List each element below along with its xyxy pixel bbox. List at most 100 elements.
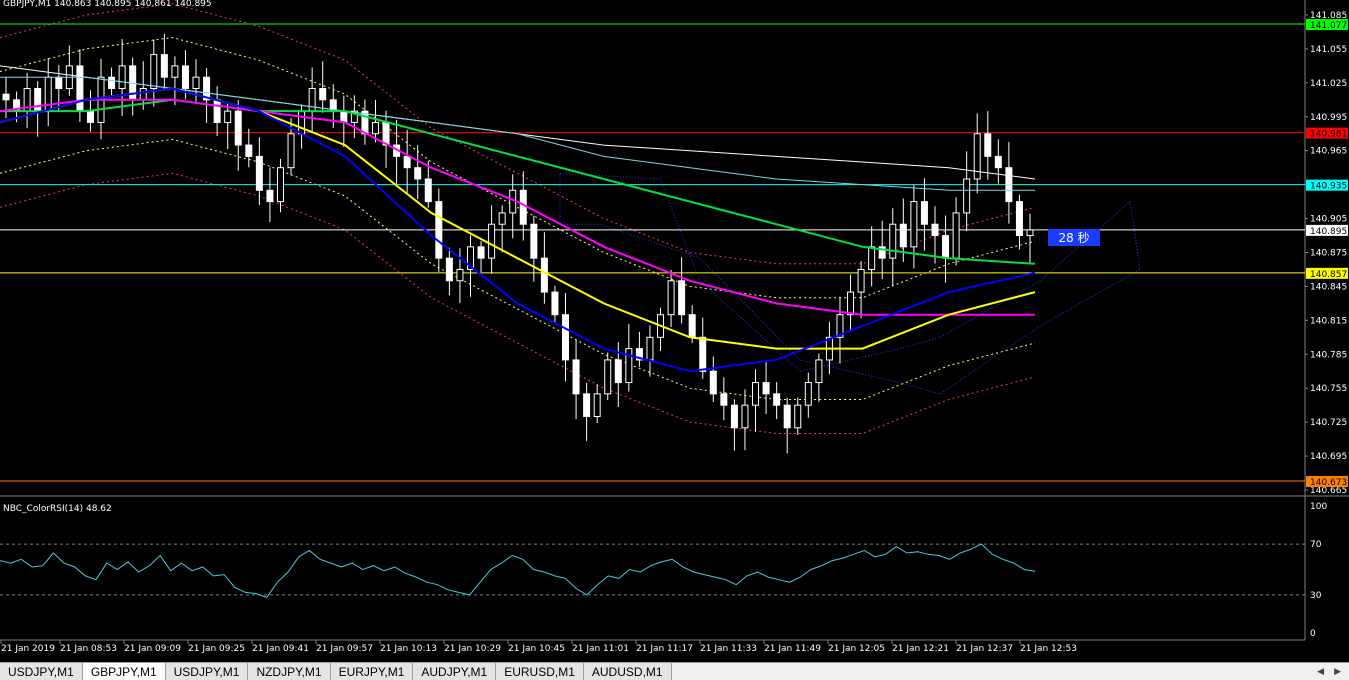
candle-body: [530, 223, 538, 259]
symbol-tab-bar: USDJPY,M1 GBPJPY,M1 USDJPY,M1 NZDJPY,M1 EURJ…: [0, 662, 1349, 680]
candle-body: [1005, 167, 1013, 203]
symbol-tab[interactable]: USDJPY,M1: [165, 663, 249, 680]
indicator-header: NBC_ColorRSI(14) 48.62: [3, 504, 112, 514]
candle-body: [361, 110, 369, 135]
time-tick-label: 21 Jan 2019: [1, 644, 55, 654]
candle-body: [815, 359, 823, 384]
price-marker-label: 140.895: [1310, 227, 1347, 237]
symbol-tab[interactable]: EURUSD,M1: [496, 663, 584, 680]
price-tick-label: 140.755: [1310, 384, 1347, 394]
candle-body: [403, 155, 411, 169]
candle-body: [804, 382, 812, 406]
candle-body: [646, 336, 654, 361]
time-tick-label: 21 Jan 12:53: [1020, 644, 1077, 654]
candle-body: [540, 257, 548, 293]
time-tick-label: 21 Jan 10:45: [508, 644, 565, 654]
candle-body: [213, 99, 221, 123]
rsi-line: [0, 543, 1036, 598]
candle-body: [86, 110, 94, 123]
symbol-tab[interactable]: EURJPY,M1: [330, 663, 414, 680]
symbol-tab[interactable]: AUDJPY,M1: [413, 663, 497, 680]
candle-body: [276, 167, 284, 203]
moving-average-line: [0, 87, 1036, 350]
candle-body: [1026, 229, 1034, 237]
time-tick-label: 21 Jan 09:09: [124, 644, 181, 654]
candle-body: [583, 393, 591, 417]
time-tick-label: 21 Jan 09:57: [316, 644, 373, 654]
rsi-tick-label: 0: [1310, 629, 1316, 639]
symbol-tab[interactable]: AUDUSD,M1: [583, 663, 672, 680]
candle-body: [34, 88, 42, 112]
candle-body: [287, 133, 295, 169]
candle-body: [614, 359, 622, 384]
chart-window[interactable]: GBPJPY,M1 140.863 140.895 140.861 140.89…: [0, 0, 1349, 662]
time-tick-label: 21 Jan 12:37: [956, 644, 1013, 654]
time-tick-label: 21 Jan 11:01: [572, 644, 629, 654]
candle-body: [709, 370, 717, 395]
candle-body: [160, 54, 168, 78]
candle-body: [593, 393, 601, 417]
candle-body: [224, 110, 232, 123]
symbol-tab[interactable]: GBPJPY,M1: [82, 663, 166, 680]
candle-body: [604, 359, 612, 395]
candle-body: [445, 257, 453, 282]
candle-body: [920, 201, 928, 225]
candle-body: [678, 280, 686, 316]
tab-scroll-arrows[interactable]: ◀ ▶: [1309, 663, 1349, 680]
candle-body: [456, 268, 464, 282]
time-tick-label: 21 Jan 11:33: [700, 644, 757, 654]
candle-body: [192, 76, 200, 90]
candle-body: [382, 121, 390, 146]
time-tick-label: 21 Jan 10:29: [444, 644, 501, 654]
price-marker-label: 140.981: [1310, 130, 1347, 140]
candle-body: [108, 76, 116, 90]
time-tick-label: 21 Jan 08:53: [60, 644, 117, 654]
rsi-tick-label: 70: [1310, 540, 1322, 550]
candle-body: [266, 189, 274, 203]
candle-body: [931, 223, 939, 237]
candle-body: [414, 167, 422, 180]
candle-body: [319, 88, 327, 101]
countdown-timer: 28 秒: [1048, 229, 1100, 246]
candle-body: [181, 65, 189, 90]
candle-body: [488, 223, 496, 259]
price-marker-label: 140.857: [1310, 270, 1347, 280]
candle-body: [868, 246, 876, 270]
candle-body: [171, 65, 179, 78]
symbol-tab[interactable]: USDJPY,M1: [0, 663, 83, 680]
candle-body: [562, 314, 570, 361]
candle-body: [139, 88, 147, 101]
candle-body: [2, 93, 10, 101]
price-tick-label: 141.025: [1310, 79, 1347, 89]
candle-body: [551, 291, 559, 316]
time-tick-label: 21 Jan 10:13: [380, 644, 437, 654]
candle-body: [984, 133, 992, 157]
candle-body: [55, 76, 63, 90]
rsi-tick-label: 100: [1310, 502, 1327, 512]
time-tick-label: 21 Jan 11:49: [764, 644, 821, 654]
price-tick-label: 140.965: [1310, 147, 1347, 157]
symbol-header: GBPJPY,M1 140.863 140.895 140.861 140.89…: [3, 0, 212, 9]
candle-body: [298, 110, 306, 135]
symbol-tab[interactable]: NZDJPY,M1: [248, 663, 331, 680]
candle-body: [424, 178, 432, 203]
chart-canvas[interactable]: GBPJPY,M1 140.863 140.895 140.861 140.89…: [0, 0, 1349, 662]
candle-body: [435, 201, 443, 259]
candle-body: [667, 280, 675, 316]
candle-body: [118, 65, 126, 90]
scroll-right-icon[interactable]: ▶: [1334, 667, 1341, 677]
candle-body: [963, 178, 971, 214]
price-tick-label: 140.905: [1310, 215, 1347, 225]
candle-body: [1015, 201, 1023, 237]
candle-body: [688, 314, 696, 338]
price-tick-label: 140.995: [1310, 113, 1347, 123]
time-tick-label: 21 Jan 09:25: [188, 644, 245, 654]
candle-body: [477, 246, 485, 259]
scroll-left-icon[interactable]: ◀: [1317, 667, 1324, 677]
candle-body: [255, 155, 263, 191]
candle-body: [234, 110, 242, 146]
rsi-tick-label: 30: [1310, 591, 1322, 601]
price-tick-label: 141.055: [1310, 45, 1347, 55]
time-tick-label: 21 Jan 12:05: [828, 644, 885, 654]
candle-body: [942, 235, 950, 259]
